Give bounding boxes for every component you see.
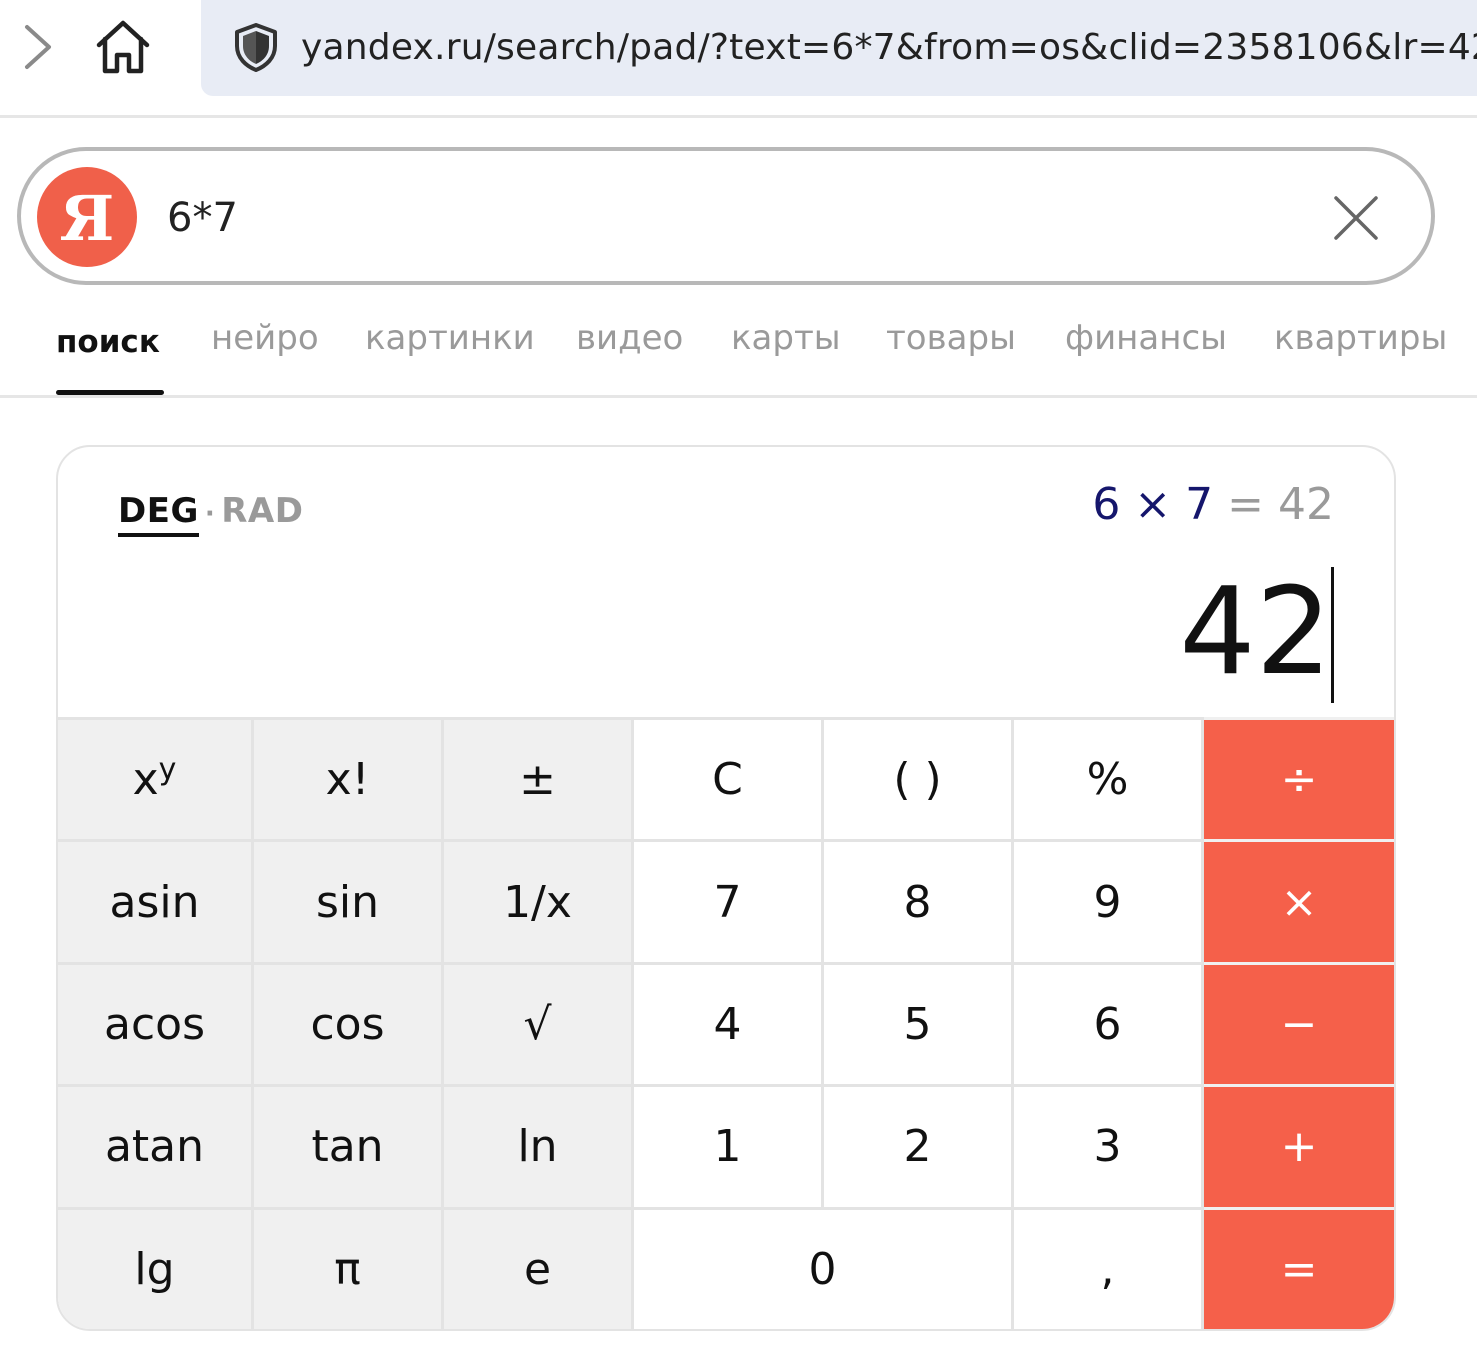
key-atan[interactable]: atan bbox=[58, 1084, 254, 1207]
key-pi[interactable]: π bbox=[254, 1206, 444, 1329]
key-3[interactable]: 3 bbox=[1014, 1084, 1204, 1207]
key-reciprocal[interactable]: 1/x bbox=[444, 839, 634, 962]
key-divide[interactable]: ÷ bbox=[1204, 717, 1394, 840]
key-asin[interactable]: asin bbox=[58, 839, 254, 962]
key-minus[interactable]: − bbox=[1204, 961, 1394, 1085]
key-clear[interactable]: C bbox=[634, 717, 824, 840]
key-percent[interactable]: % bbox=[1014, 717, 1204, 840]
key-7[interactable]: 7 bbox=[634, 839, 824, 962]
key-5[interactable]: 5 bbox=[824, 961, 1014, 1085]
key-sin[interactable]: sin bbox=[254, 839, 444, 962]
home-icon bbox=[96, 20, 150, 74]
mode-deg[interactable]: DEG bbox=[118, 491, 199, 537]
tab-video[interactable]: видео bbox=[576, 318, 683, 358]
key-e[interactable]: e bbox=[444, 1206, 634, 1329]
key-2[interactable]: 2 bbox=[824, 1084, 1014, 1207]
key-plus[interactable]: + bbox=[1204, 1084, 1394, 1207]
calc-history[interactable]: 6 × 7 = 42 bbox=[1092, 479, 1334, 530]
yandex-logo-letter: Я bbox=[59, 182, 115, 255]
calc-display[interactable]: 42 bbox=[1179, 563, 1332, 703]
home-button[interactable] bbox=[90, 14, 156, 80]
key-0[interactable]: 0 bbox=[634, 1206, 1014, 1329]
close-icon[interactable] bbox=[1331, 193, 1381, 243]
chevron-right-icon bbox=[25, 25, 51, 69]
angle-mode-switch: DEG · RAD bbox=[118, 491, 303, 537]
search-box: Я 6*7 bbox=[17, 147, 1435, 285]
tab-images[interactable]: картинки bbox=[365, 318, 535, 358]
tab-products[interactable]: товары bbox=[886, 318, 1016, 358]
key-1[interactable]: 1 bbox=[634, 1084, 824, 1207]
history-result: = 42 bbox=[1227, 479, 1334, 530]
key-plus-minus[interactable]: ± bbox=[444, 717, 634, 840]
key-equals[interactable]: = bbox=[1204, 1206, 1394, 1329]
key-power[interactable]: xy bbox=[58, 717, 254, 840]
key-lg[interactable]: lg bbox=[58, 1206, 254, 1329]
search-input[interactable]: 6*7 bbox=[167, 151, 238, 281]
calculator-widget: DEG · RAD 6 × 7 = 42 42 xy x! ± C ( ) % ÷ … bbox=[56, 445, 1396, 1331]
mode-rad[interactable]: RAD bbox=[221, 491, 303, 531]
search-tabs: поиск нейро картинки видео карты товары … bbox=[0, 300, 1477, 398]
key-comma[interactable]: , bbox=[1014, 1206, 1204, 1329]
tab-apartments[interactable]: квартиры bbox=[1274, 318, 1447, 358]
key-8[interactable]: 8 bbox=[824, 839, 1014, 962]
key-6[interactable]: 6 bbox=[1014, 961, 1204, 1085]
key-factorial[interactable]: x! bbox=[254, 717, 444, 840]
key-sqrt[interactable]: √ bbox=[444, 961, 634, 1085]
key-tan[interactable]: tan bbox=[254, 1084, 444, 1207]
browser-toolbar: yandex.ru/search/pad/?text=6*7&from=os&c… bbox=[0, 0, 1477, 118]
url-text[interactable]: yandex.ru/search/pad/?text=6*7&from=os&c… bbox=[301, 0, 1477, 96]
key-acos[interactable]: acos bbox=[58, 961, 254, 1085]
key-4[interactable]: 4 bbox=[634, 961, 824, 1085]
text-caret bbox=[1331, 567, 1334, 703]
active-tab-indicator bbox=[56, 390, 164, 395]
key-power-exp: y bbox=[158, 752, 177, 788]
shield-icon[interactable] bbox=[233, 22, 279, 72]
mode-separator: · bbox=[204, 499, 216, 529]
yandex-logo[interactable]: Я bbox=[37, 167, 137, 267]
key-power-base: x bbox=[132, 754, 159, 806]
address-bar[interactable]: yandex.ru/search/pad/?text=6*7&from=os&c… bbox=[201, 0, 1477, 96]
key-multiply[interactable]: × bbox=[1204, 839, 1394, 962]
key-parentheses[interactable]: ( ) bbox=[824, 717, 1014, 840]
tab-finance[interactable]: финансы bbox=[1065, 318, 1227, 358]
tab-search[interactable]: поиск bbox=[56, 324, 160, 360]
key-ln[interactable]: ln bbox=[444, 1084, 634, 1207]
tab-neuro[interactable]: нейро bbox=[211, 318, 319, 358]
history-expression: 6 × 7 bbox=[1092, 479, 1214, 530]
calc-keypad: xy x! ± C ( ) % ÷ asin sin 1/x 7 8 9 × a… bbox=[58, 717, 1394, 1329]
key-cos[interactable]: cos bbox=[254, 961, 444, 1085]
tab-maps[interactable]: карты bbox=[731, 318, 841, 358]
key-9[interactable]: 9 bbox=[1014, 839, 1204, 962]
forward-button[interactable] bbox=[4, 14, 70, 80]
